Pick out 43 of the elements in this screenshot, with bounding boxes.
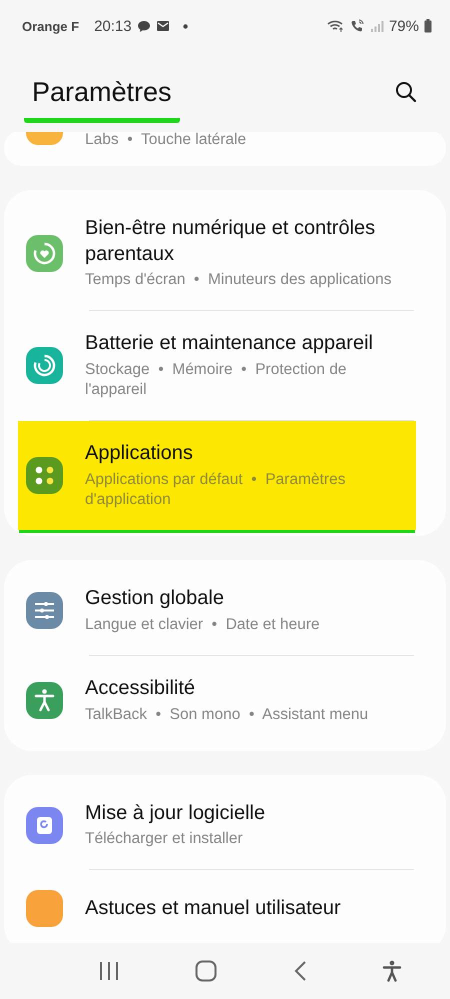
carrier-name: Orange F — [22, 18, 80, 34]
back-icon[interactable] — [292, 960, 307, 982]
signal-icon — [370, 20, 384, 32]
item-title: Gestion globale — [85, 586, 225, 612]
battery-percent: 79% — [388, 18, 419, 34]
mail-icon — [156, 20, 170, 32]
app-icon — [26, 234, 63, 272]
home-icon[interactable] — [195, 960, 218, 982]
settings-item[interactable]: Astuces et manuel utilisateur — [4, 870, 446, 943]
item-title: Applications — [85, 441, 194, 466]
item-subtitle: Applications par défaut • Paramètres d'application — [85, 470, 346, 510]
chat-icon — [136, 20, 151, 32]
item-title: Astuces et manuel utilisateur — [85, 896, 341, 922]
item-subtitle: Langue et clavier • Date et heure — [85, 614, 320, 635]
recent-apps-icon[interactable] — [98, 961, 120, 981]
wifi-icon — [326, 19, 345, 33]
item-title: Batterie et maintenance appareil — [85, 331, 374, 356]
app-icon — [26, 806, 63, 844]
item-subtitle: Labs • Touche latérale — [85, 132, 246, 150]
call-icon — [350, 19, 365, 33]
item-title: Bien-être numérique et contrôles parentaux — [85, 216, 376, 267]
settings-item[interactable]: Applications Applications par défaut • Paramètres d'application — [18, 421, 416, 530]
item-title: Accessibilité — [85, 676, 196, 701]
item-subtitle: Temps d'écran • Minuteurs des applications — [85, 270, 392, 290]
item-subtitle: TalkBack • Son mono • Assistant menu — [85, 704, 368, 725]
settings-item[interactable]: Labs • Touche latérale — [4, 132, 446, 158]
settings-item[interactable]: Gestion globale Langue et clavier • Date et heure — [4, 566, 446, 655]
app-icon — [26, 890, 63, 928]
app-icon — [26, 347, 63, 384]
settings-item[interactable]: Accessibilité TalkBack • Son mono • Assistant menu — [4, 656, 446, 745]
app-icon — [26, 457, 63, 494]
app-icon — [26, 682, 63, 719]
battery-icon — [424, 19, 432, 33]
page-title: Paramètres — [24, 73, 180, 123]
settings-item[interactable]: Bien-être numérique et contrôles parentaux Temps d'écran • Minuteurs des applications — [4, 196, 446, 310]
accessibility-icon[interactable] — [382, 960, 402, 982]
settings-item[interactable]: Batterie et maintenance appareil Stockage • Mémoire • Protection de l'appareil — [4, 311, 446, 420]
item-subtitle: Stockage • Mémoire • Protection de l'appareil — [85, 360, 348, 400]
app-icon — [26, 592, 63, 630]
item-subtitle: Télécharger et installer — [85, 829, 244, 850]
item-title: Mise à jour logicielle — [85, 800, 266, 826]
clock: 20:13 — [94, 18, 132, 34]
settings-item[interactable]: Mise à jour logicielle Télécharger et installer — [4, 780, 446, 870]
